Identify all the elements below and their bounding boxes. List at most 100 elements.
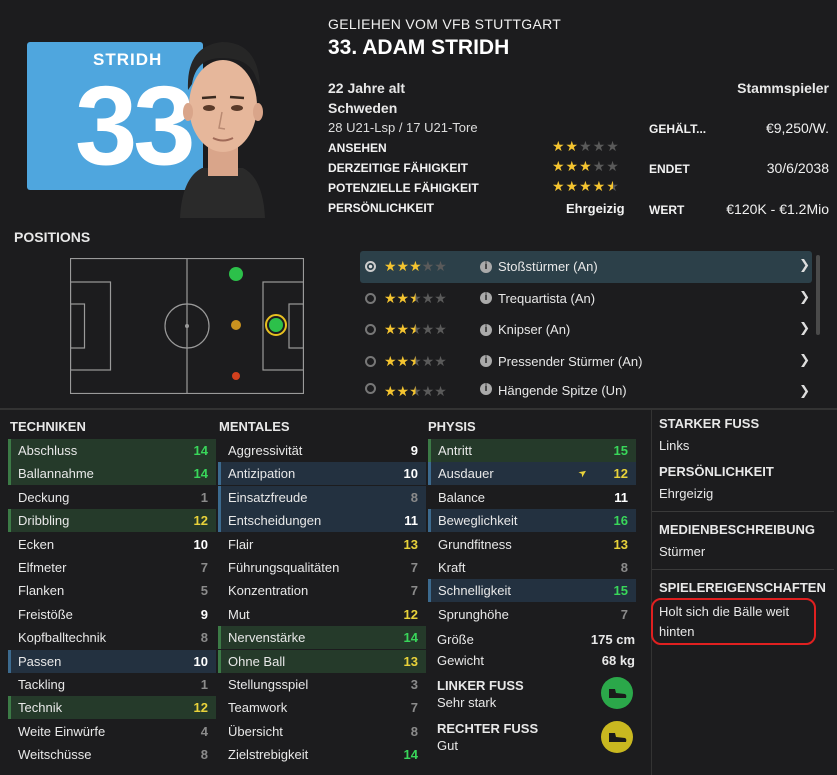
radio-icon[interactable] <box>365 324 376 336</box>
attribute-row[interactable]: Einsatzfreude 8 <box>218 485 426 509</box>
attribute-label: Weitschüsse <box>18 747 92 763</box>
position-dot-am[interactable] <box>229 267 243 281</box>
technical-title: TECHNIKEN <box>10 419 86 434</box>
current-ability-label: DERZEITIGE FÄHIGKEIT <box>328 161 469 175</box>
reputation-stars: ★★★★★ <box>552 138 620 154</box>
attribute-row[interactable]: Nervenstärke 14 <box>218 626 426 650</box>
attribute-label: Ausdauer <box>438 466 494 482</box>
position-dot-cm[interactable] <box>231 320 241 330</box>
role-row-trequartista[interactable]: ★★★★★ i Trequartista (An) ❯ <box>360 283 812 315</box>
trait-highlight-annotation <box>651 598 816 645</box>
attribute-row[interactable]: Ballannahme 14 <box>8 462 216 486</box>
attribute-row[interactable]: Weitschüsse 8 <box>8 743 216 766</box>
weight-value: 68 kg <box>601 653 635 668</box>
attribute-row[interactable]: Flanken 5 <box>8 579 216 602</box>
attribute-value: 11 <box>614 489 628 505</box>
attribute-row[interactable]: Antizipation 10 <box>218 462 426 486</box>
position-dot-st[interactable] <box>269 318 283 332</box>
role-label: Knipser (An) <box>498 322 571 338</box>
personality-side-value: Ehrgeizig <box>659 486 714 501</box>
attribute-row[interactable]: Führungsqualitäten 7 <box>218 556 426 579</box>
role-stars: ★★★★★ <box>384 289 447 306</box>
player-nation[interactable]: Schweden <box>328 100 397 116</box>
attribute-row[interactable]: Sprunghöhe 7 <box>428 603 636 626</box>
attribute-row[interactable]: Beweglichkeit 16 <box>428 509 636 533</box>
attribute-row[interactable]: Abschluss 14 <box>8 439 216 462</box>
media-description-label: MEDIENBESCHREIBUNG <box>659 522 816 537</box>
attribute-row[interactable]: Übersicht 8 <box>218 720 426 743</box>
radio-icon[interactable] <box>365 261 376 273</box>
attribute-row[interactable]: Schnelligkeit 15 <box>428 579 636 603</box>
attribute-row[interactable]: Technik 12 <box>8 696 216 720</box>
attribute-label: Grundfitness <box>438 536 512 552</box>
attribute-row[interactable]: Teamwork 7 <box>218 696 426 719</box>
position-pitch[interactable] <box>70 258 304 394</box>
attribute-row[interactable]: Kopfballtechnik 8 <box>8 626 216 649</box>
attribute-row[interactable]: Ecken 10 <box>8 533 216 556</box>
radio-icon[interactable] <box>365 292 376 304</box>
attribute-row[interactable]: Balance 11 <box>428 486 636 509</box>
side-divider <box>652 511 834 512</box>
attribute-value: 11 <box>404 513 418 529</box>
attribute-row[interactable]: Grundfitness 13 <box>428 533 636 556</box>
attribute-label: Konzentration <box>228 583 309 599</box>
value-label: WERT <box>649 203 685 217</box>
attribute-row[interactable]: Passen 10 <box>8 649 216 673</box>
attribute-row[interactable]: Ausdauer ➤ 12 <box>428 462 636 486</box>
attribute-value: 14 <box>403 747 418 763</box>
role-list-scrollbar[interactable] <box>816 255 820 335</box>
attribute-row[interactable]: Stellungsspiel 3 <box>218 673 426 696</box>
role-row-deep-lying-forward[interactable]: ★★★★★ i Hängende Spitze (Un) ❯ <box>360 377 812 399</box>
info-icon[interactable]: i <box>480 323 492 336</box>
loan-status[interactable]: GELIEHEN VOM VFB STUTTGART <box>328 16 561 32</box>
personality-value: Ehrgeizig <box>566 201 625 216</box>
attribute-row[interactable]: Entscheidungen 11 <box>218 509 426 533</box>
chevron-down-icon[interactable]: ❯ <box>799 257 810 273</box>
attribute-row[interactable]: Tackling 1 <box>8 673 216 696</box>
attribute-label: Flair <box>228 536 254 552</box>
attribute-label: Freistöße <box>18 606 73 622</box>
mental-title: MENTALES <box>219 419 290 434</box>
role-row-poacher[interactable]: ★★★★★ i Knipser (An) ❯ <box>360 314 812 346</box>
attribute-value: 7 <box>620 606 628 622</box>
info-icon[interactable]: i <box>480 383 492 395</box>
attribute-row[interactable]: Weite Einwürfe 4 <box>8 720 216 743</box>
attribute-row[interactable]: Konzentration 7 <box>218 579 426 602</box>
attribute-row[interactable]: Kraft 8 <box>428 556 636 579</box>
attribute-row[interactable]: Dribbling 12 <box>8 509 216 533</box>
attribute-label: Technik <box>18 700 63 716</box>
attribute-value: 8 <box>200 747 208 763</box>
player-portrait <box>180 42 265 218</box>
attribute-row[interactable]: Antritt 15 <box>428 439 636 462</box>
attribute-label: Teamwork <box>228 700 288 716</box>
info-icon[interactable]: i <box>480 292 492 305</box>
attribute-value: 3 <box>410 677 418 692</box>
role-row-advanced-forward[interactable]: ★★★★★ i Stoßstürmer (An) ❯ <box>360 251 812 283</box>
attribute-value: 12 <box>193 700 208 716</box>
attribute-row[interactable]: Flair 13 <box>218 533 426 556</box>
attribute-row[interactable]: Ohne Ball 13 <box>218 649 426 673</box>
attribute-row[interactable]: Elfmeter 7 <box>8 556 216 579</box>
attribute-row[interactable]: Zielstrebigkeit 14 <box>218 743 426 766</box>
attribute-value: 7 <box>410 560 418 575</box>
chevron-down-icon[interactable]: ❯ <box>799 352 810 368</box>
radio-icon[interactable] <box>365 383 376 394</box>
chevron-down-icon[interactable]: ❯ <box>799 383 810 399</box>
attribute-value: 7 <box>410 583 418 599</box>
radio-icon[interactable] <box>365 355 376 367</box>
left-foot-value: Sehr stark <box>437 695 497 710</box>
info-icon[interactable]: i <box>480 355 492 368</box>
attribute-row[interactable]: Aggressivität 9 <box>218 439 426 462</box>
attribute-row[interactable]: Deckung 1 <box>8 486 216 509</box>
chevron-down-icon[interactable]: ❯ <box>799 289 810 305</box>
role-list: ★★★★★ i Stoßstürmer (An) ❯ ★★★★★ i Trequ… <box>360 251 812 399</box>
strong-foot-label: STARKER FUSS <box>659 416 760 431</box>
chevron-down-icon[interactable]: ❯ <box>799 320 810 336</box>
role-row-pressing-forward[interactable]: ★★★★★ i Pressender Stürmer (An) ❯ <box>360 346 812 378</box>
attribute-row[interactable]: Freistöße 9 <box>8 603 216 626</box>
left-foot-label: LINKER FUSS <box>437 678 524 693</box>
position-dot-dm[interactable] <box>232 372 240 380</box>
media-description-value: Stürmer <box>659 544 706 559</box>
info-icon[interactable]: i <box>480 260 492 273</box>
attribute-row[interactable]: Mut 12 <box>218 603 426 626</box>
